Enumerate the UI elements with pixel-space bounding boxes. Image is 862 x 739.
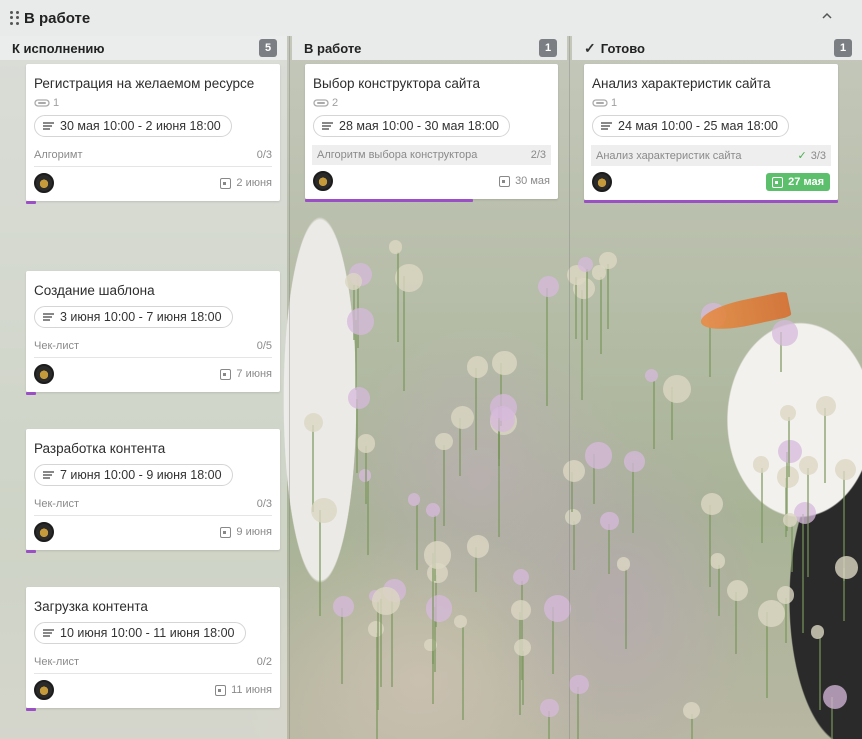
card-accent-bar <box>305 199 473 202</box>
card-title: Создание шаблона <box>34 283 155 298</box>
avatar[interactable] <box>34 364 54 384</box>
description-lines-icon <box>43 313 54 321</box>
column-divider <box>289 36 290 739</box>
card-footer: 2 июня <box>34 167 272 201</box>
column-divider <box>569 36 570 739</box>
description-lines-icon <box>43 629 54 637</box>
paperclip-icon <box>34 99 50 107</box>
card-title: Выбор конструктора сайта <box>313 76 480 91</box>
calendar-icon <box>220 177 232 189</box>
check-icon: ✓ <box>797 150 807 162</box>
avatar[interactable] <box>313 171 333 191</box>
card-title: Загрузка контента <box>34 599 148 614</box>
chevron-up-icon[interactable] <box>822 11 832 21</box>
card-accent-bar <box>26 201 36 204</box>
description-lines-icon <box>43 471 54 479</box>
card-footer: 30 мая <box>313 165 550 199</box>
calendar-icon <box>220 368 232 380</box>
column-done: ✓ Готово 1 Анализ характеристик сайта 1 … <box>572 36 862 739</box>
card-count-badge: 1 <box>539 39 557 57</box>
drag-handle-icon[interactable] <box>10 11 20 25</box>
date-range-chip[interactable]: 24 мая 10:00 - 25 мая 18:00 <box>592 115 789 137</box>
task-card[interactable]: Анализ характеристик сайта 1 24 мая 10:0… <box>584 64 838 203</box>
calendar-icon <box>220 526 232 538</box>
attachment-count: 1 <box>592 97 830 109</box>
checklist-row[interactable]: Алгоримт 0/3 <box>34 145 272 167</box>
card-title: Разработка контента <box>34 441 166 456</box>
task-card[interactable]: Регистрация на желаемом ресурсе 1 30 мая… <box>26 64 280 204</box>
card-accent-bar <box>584 200 838 203</box>
paperclip-icon <box>592 99 608 107</box>
card-accent-bar <box>26 550 36 553</box>
checklist-row[interactable]: Чек-лист 0/2 <box>34 652 272 674</box>
due-date: 11 июня <box>215 684 272 696</box>
card-title: Анализ характеристик сайта <box>592 76 771 91</box>
due-date: 7 июня <box>220 368 272 380</box>
check-icon: ✓ <box>584 39 596 56</box>
card-footer: 7 июня <box>34 358 272 392</box>
avatar[interactable] <box>34 173 54 193</box>
due-date: 9 июня <box>220 526 272 538</box>
calendar-icon <box>215 684 227 696</box>
card-footer: 11 июня <box>34 674 272 708</box>
date-range-chip[interactable]: 28 мая 10:00 - 30 мая 18:00 <box>313 115 510 137</box>
checklist-row[interactable]: Алгоритм выбора конструктора 2/3 <box>312 145 551 165</box>
card-accent-bar <box>26 708 36 711</box>
due-date: 2 июня <box>220 177 272 189</box>
card-count-badge: 5 <box>259 39 277 57</box>
avatar[interactable] <box>592 172 612 192</box>
avatar[interactable] <box>34 680 54 700</box>
attachment-count: 2 <box>313 97 550 109</box>
card-accent-bar <box>26 392 36 395</box>
description-lines-icon <box>43 122 54 130</box>
checklist-row[interactable]: Анализ характеристик сайта ✓ 3/3 <box>591 145 831 166</box>
description-lines-icon <box>601 122 612 130</box>
date-range-chip[interactable]: 30 мая 10:00 - 2 июня 18:00 <box>34 115 232 137</box>
checklist-row[interactable]: Чек-лист 0/3 <box>34 494 272 516</box>
checklist-row[interactable]: Чек-лист 0/5 <box>34 336 272 358</box>
card-footer: 9 июня <box>34 516 272 550</box>
calendar-icon <box>499 175 511 187</box>
date-range-chip[interactable]: 7 июня 10:00 - 9 июня 18:00 <box>34 464 233 486</box>
column-todo: К исполнению 5 Регистрация на желаемом р… <box>0 36 287 739</box>
task-card[interactable]: Выбор конструктора сайта 2 28 мая 10:00 … <box>305 64 558 202</box>
description-lines-icon <box>322 122 333 130</box>
column-header[interactable]: В работе 1 <box>292 36 567 60</box>
task-card[interactable]: Загрузка контента 10 июня 10:00 - 11 июн… <box>26 587 280 711</box>
task-card[interactable]: Разработка контента 7 июня 10:00 - 9 июн… <box>26 429 280 553</box>
avatar[interactable] <box>34 522 54 542</box>
column-title: ✓ Готово <box>584 39 645 56</box>
column-header[interactable]: К исполнению 5 <box>0 36 287 60</box>
column-title: В работе <box>304 40 362 56</box>
group-title: В работе <box>24 9 91 27</box>
group-header[interactable]: В работе <box>0 0 862 36</box>
date-range-chip[interactable]: 3 июня 10:00 - 7 июня 18:00 <box>34 306 233 328</box>
column-header[interactable]: ✓ Готово 1 <box>572 36 862 60</box>
card-title: Регистрация на желаемом ресурсе <box>34 76 255 91</box>
column-in-progress: В работе 1 Выбор конструктора сайта 2 28… <box>292 36 567 739</box>
task-card[interactable]: Создание шаблона 3 июня 10:00 - 7 июня 1… <box>26 271 280 395</box>
attachment-count: 1 <box>34 97 272 109</box>
calendar-icon <box>772 176 784 188</box>
card-footer: 27 мая <box>592 166 830 200</box>
paperclip-icon <box>313 99 329 107</box>
column-title: К исполнению <box>12 40 105 56</box>
date-range-chip[interactable]: 10 июня 10:00 - 11 июня 18:00 <box>34 622 246 644</box>
due-date-badge: 27 мая <box>766 173 830 191</box>
card-count-badge: 1 <box>834 39 852 57</box>
due-date: 30 мая <box>499 175 550 187</box>
